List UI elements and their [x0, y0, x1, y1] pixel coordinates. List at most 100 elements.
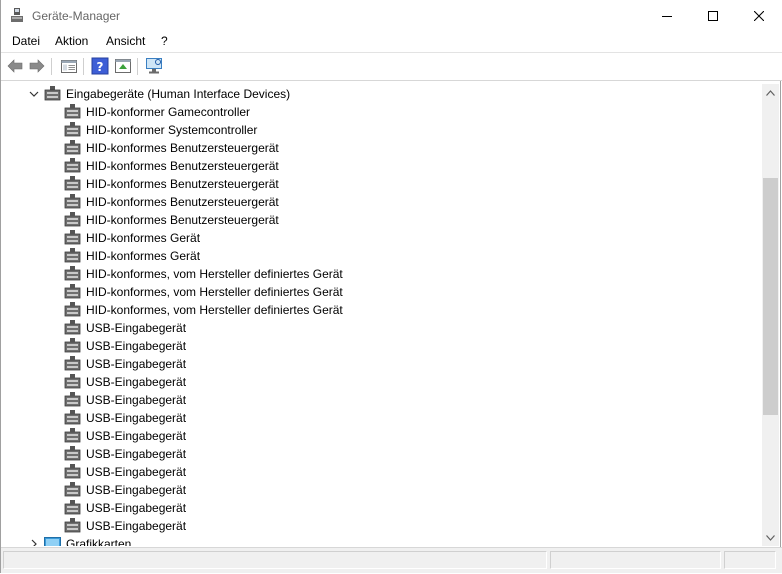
help-icon[interactable]: ?	[91, 57, 109, 75]
tree-category-grafikkarten[interactable]: Grafikkarten	[2, 535, 762, 546]
window-title: Geräte-Manager	[32, 9, 121, 23]
update-driver-icon[interactable]	[114, 57, 132, 75]
tree-device-item[interactable]: HID-konformes Gerät	[2, 229, 762, 247]
status-cell	[724, 551, 776, 569]
hid-device-icon	[64, 464, 81, 479]
device-label: USB-Eingabegerät	[86, 429, 187, 443]
close-icon	[754, 10, 764, 21]
tree-device-item[interactable]: USB-Eingabegerät	[2, 463, 762, 481]
tree-device-item[interactable]: HID-konformes, vom Hersteller definierte…	[2, 265, 762, 283]
category-label: Grafikkarten	[66, 537, 132, 546]
device-label: HID-konformes, vom Hersteller definierte…	[86, 267, 343, 281]
tree-device-item[interactable]: USB-Eingabegerät	[2, 499, 762, 517]
hid-device-icon	[64, 140, 81, 155]
device-label: HID-konformes Gerät	[86, 249, 201, 263]
hid-device-icon	[64, 158, 81, 173]
back-icon[interactable]	[6, 57, 24, 75]
chevron-down-icon[interactable]	[28, 88, 40, 100]
title-bar[interactable]: Geräte-Manager	[1, 0, 782, 31]
hid-device-icon	[64, 104, 81, 119]
properties-icon[interactable]	[60, 57, 78, 75]
tree-device-item[interactable]: USB-Eingabegerät	[2, 355, 762, 373]
device-label: HID-konformes Benutzersteuergerät	[86, 159, 279, 173]
tree-device-item[interactable]: HID-konformes Gerät	[2, 247, 762, 265]
device-label: HID-konformer Systemcontroller	[86, 123, 258, 137]
hid-device-icon	[64, 212, 81, 227]
tree-device-item[interactable]: HID-konformes, vom Hersteller definierte…	[2, 283, 762, 301]
hid-device-icon	[64, 392, 81, 407]
forward-icon[interactable]	[28, 57, 46, 75]
chevron-right-icon[interactable]	[28, 538, 40, 546]
hid-device-icon	[64, 374, 81, 389]
toolbar-divider	[137, 58, 138, 75]
hid-device-icon	[64, 320, 81, 335]
hid-device-icon	[64, 338, 81, 353]
minimize-button[interactable]	[644, 0, 690, 31]
tree-device-item[interactable]: HID-konformes, vom Hersteller definierte…	[2, 301, 762, 319]
hid-device-icon	[64, 284, 81, 299]
device-label: USB-Eingabegerät	[86, 411, 187, 425]
hid-device-icon	[64, 302, 81, 317]
hid-device-icon	[64, 356, 81, 371]
tree-device-item[interactable]: USB-Eingabegerät	[2, 319, 762, 337]
tree-device-item[interactable]: HID-konformes Benutzersteuergerät	[2, 193, 762, 211]
scroll-down-button[interactable]	[762, 529, 779, 546]
tree-device-item[interactable]: USB-Eingabegerät	[2, 373, 762, 391]
tree-device-item[interactable]: HID-konformer Systemcontroller	[2, 121, 762, 139]
tree-device-item[interactable]: HID-konformes Benutzersteuergerät	[2, 139, 762, 157]
display-adapter-icon	[44, 537, 61, 546]
tree-device-item[interactable]: HID-konformer Gamecontroller	[2, 103, 762, 121]
hid-device-icon	[64, 428, 81, 443]
scan-hardware-icon[interactable]	[145, 57, 163, 75]
device-label: HID-konformes Benutzersteuergerät	[86, 195, 279, 209]
device-label: USB-Eingabegerät	[86, 483, 187, 497]
toolbar: ?	[1, 53, 782, 80]
menu-help[interactable]: ?	[161, 34, 168, 48]
menu-aktion[interactable]: Aktion	[55, 34, 88, 48]
device-label: USB-Eingabegerät	[86, 519, 187, 533]
toolbar-divider	[83, 58, 84, 75]
chevron-up-icon	[766, 89, 775, 96]
device-label: HID-konformes Benutzersteuergerät	[86, 141, 279, 155]
device-tree[interactable]: Eingabegeräte (Human Interface Devices) …	[2, 84, 762, 546]
hid-device-icon	[64, 500, 81, 515]
menu-datei[interactable]: Datei	[12, 34, 40, 48]
hid-device-icon	[64, 230, 81, 245]
scroll-up-button[interactable]	[762, 84, 779, 101]
device-label: HID-konformer Gamecontroller	[86, 105, 251, 119]
tree-device-item[interactable]: USB-Eingabegerät	[2, 445, 762, 463]
vertical-scrollbar[interactable]	[762, 84, 779, 546]
device-label: USB-Eingabegerät	[86, 321, 187, 335]
hid-device-icon	[64, 518, 81, 533]
category-label: Eingabegeräte (Human Interface Devices)	[66, 87, 291, 101]
hid-category-icon	[44, 86, 61, 101]
tree-device-item[interactable]: HID-konformes Benutzersteuergerät	[2, 175, 762, 193]
device-label: USB-Eingabegerät	[86, 357, 187, 371]
tree-device-item[interactable]: HID-konformes Benutzersteuergerät	[2, 157, 762, 175]
device-label: HID-konformes, vom Hersteller definierte…	[86, 303, 343, 317]
menu-ansicht[interactable]: Ansicht	[106, 34, 145, 48]
tree-category-eingabegeraete[interactable]: Eingabegeräte (Human Interface Devices)	[2, 85, 762, 103]
maximize-button[interactable]	[690, 0, 736, 31]
device-label: USB-Eingabegerät	[86, 339, 187, 353]
status-cell	[3, 551, 547, 569]
close-button[interactable]	[736, 0, 782, 31]
tree-device-item[interactable]: USB-Eingabegerät	[2, 481, 762, 499]
device-label: USB-Eingabegerät	[86, 447, 187, 461]
scroll-thumb[interactable]	[763, 178, 778, 415]
tree-device-item[interactable]: USB-Eingabegerät	[2, 517, 762, 535]
hid-device-icon	[64, 410, 81, 425]
svg-text:?: ?	[97, 60, 104, 74]
menu-bar: Datei Aktion Ansicht ?	[1, 31, 782, 52]
tree-device-item[interactable]: HID-konformes Benutzersteuergerät	[2, 211, 762, 229]
hid-device-icon	[64, 482, 81, 497]
tree-device-item[interactable]: USB-Eingabegerät	[2, 391, 762, 409]
device-label: USB-Eingabegerät	[86, 375, 187, 389]
hid-device-icon	[64, 176, 81, 191]
tree-device-item[interactable]: USB-Eingabegerät	[2, 409, 762, 427]
tree-device-item[interactable]: USB-Eingabegerät	[2, 337, 762, 355]
tree-device-item[interactable]: USB-Eingabegerät	[2, 427, 762, 445]
hid-device-icon	[64, 122, 81, 137]
device-label: HID-konformes Benutzersteuergerät	[86, 213, 279, 227]
status-cell	[550, 551, 721, 569]
